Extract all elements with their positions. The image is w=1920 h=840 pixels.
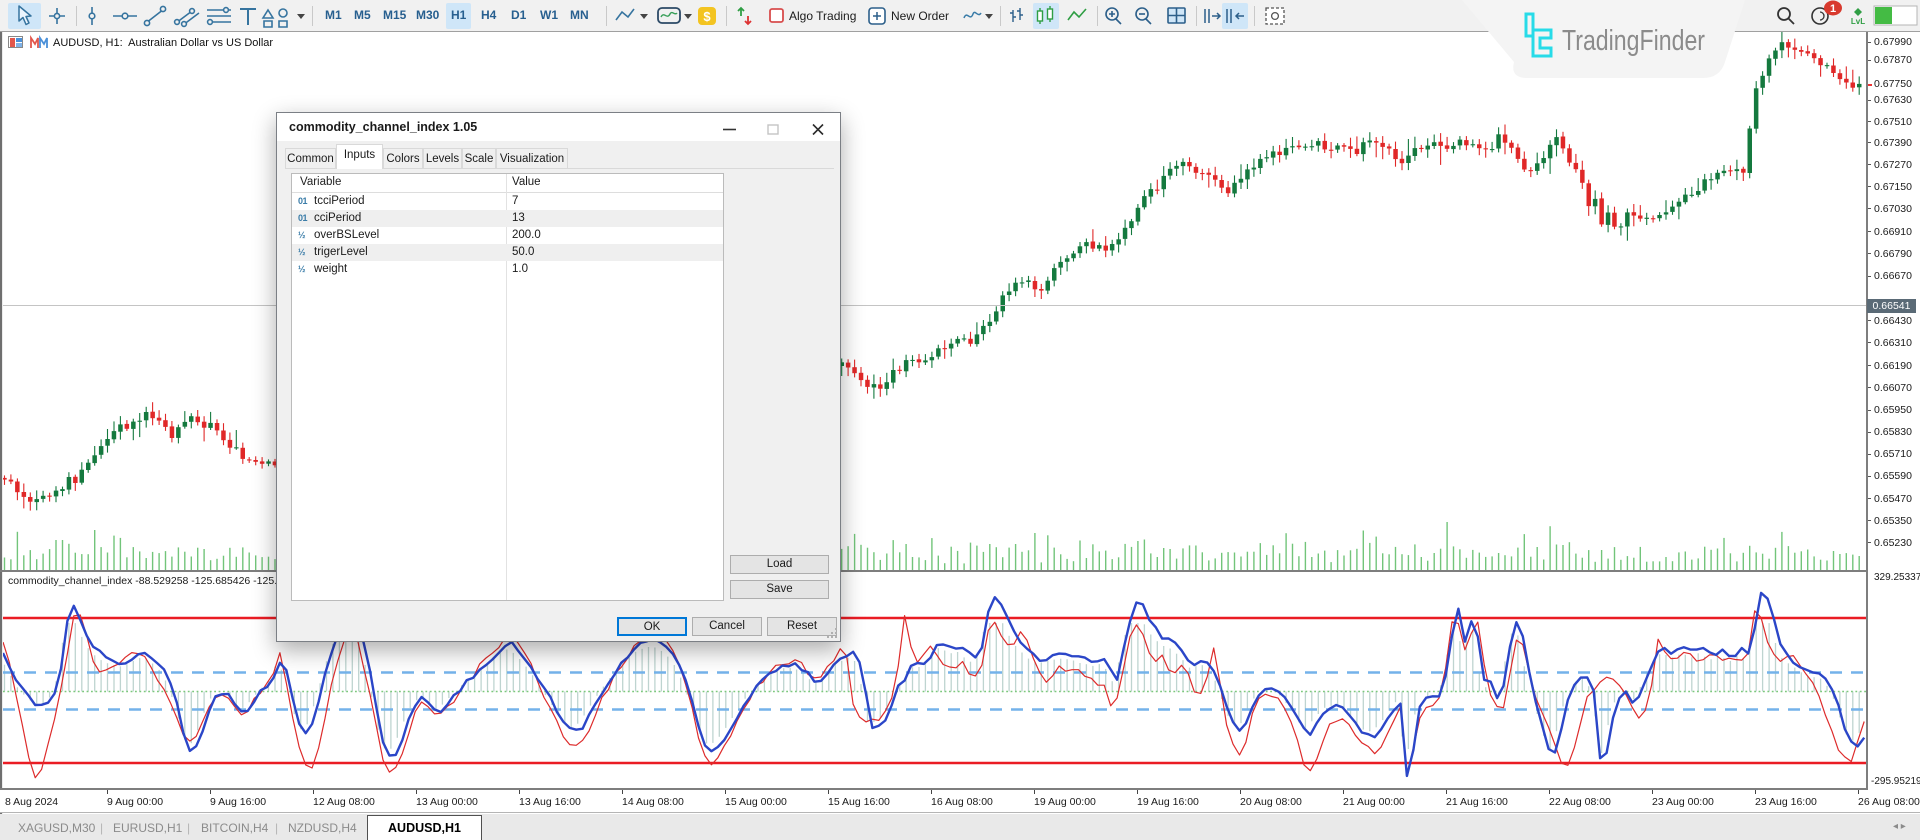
svg-text:1: 1 (1830, 3, 1836, 15)
svg-text:$: $ (703, 9, 711, 24)
svg-text:LvL: LvL (1851, 17, 1865, 26)
